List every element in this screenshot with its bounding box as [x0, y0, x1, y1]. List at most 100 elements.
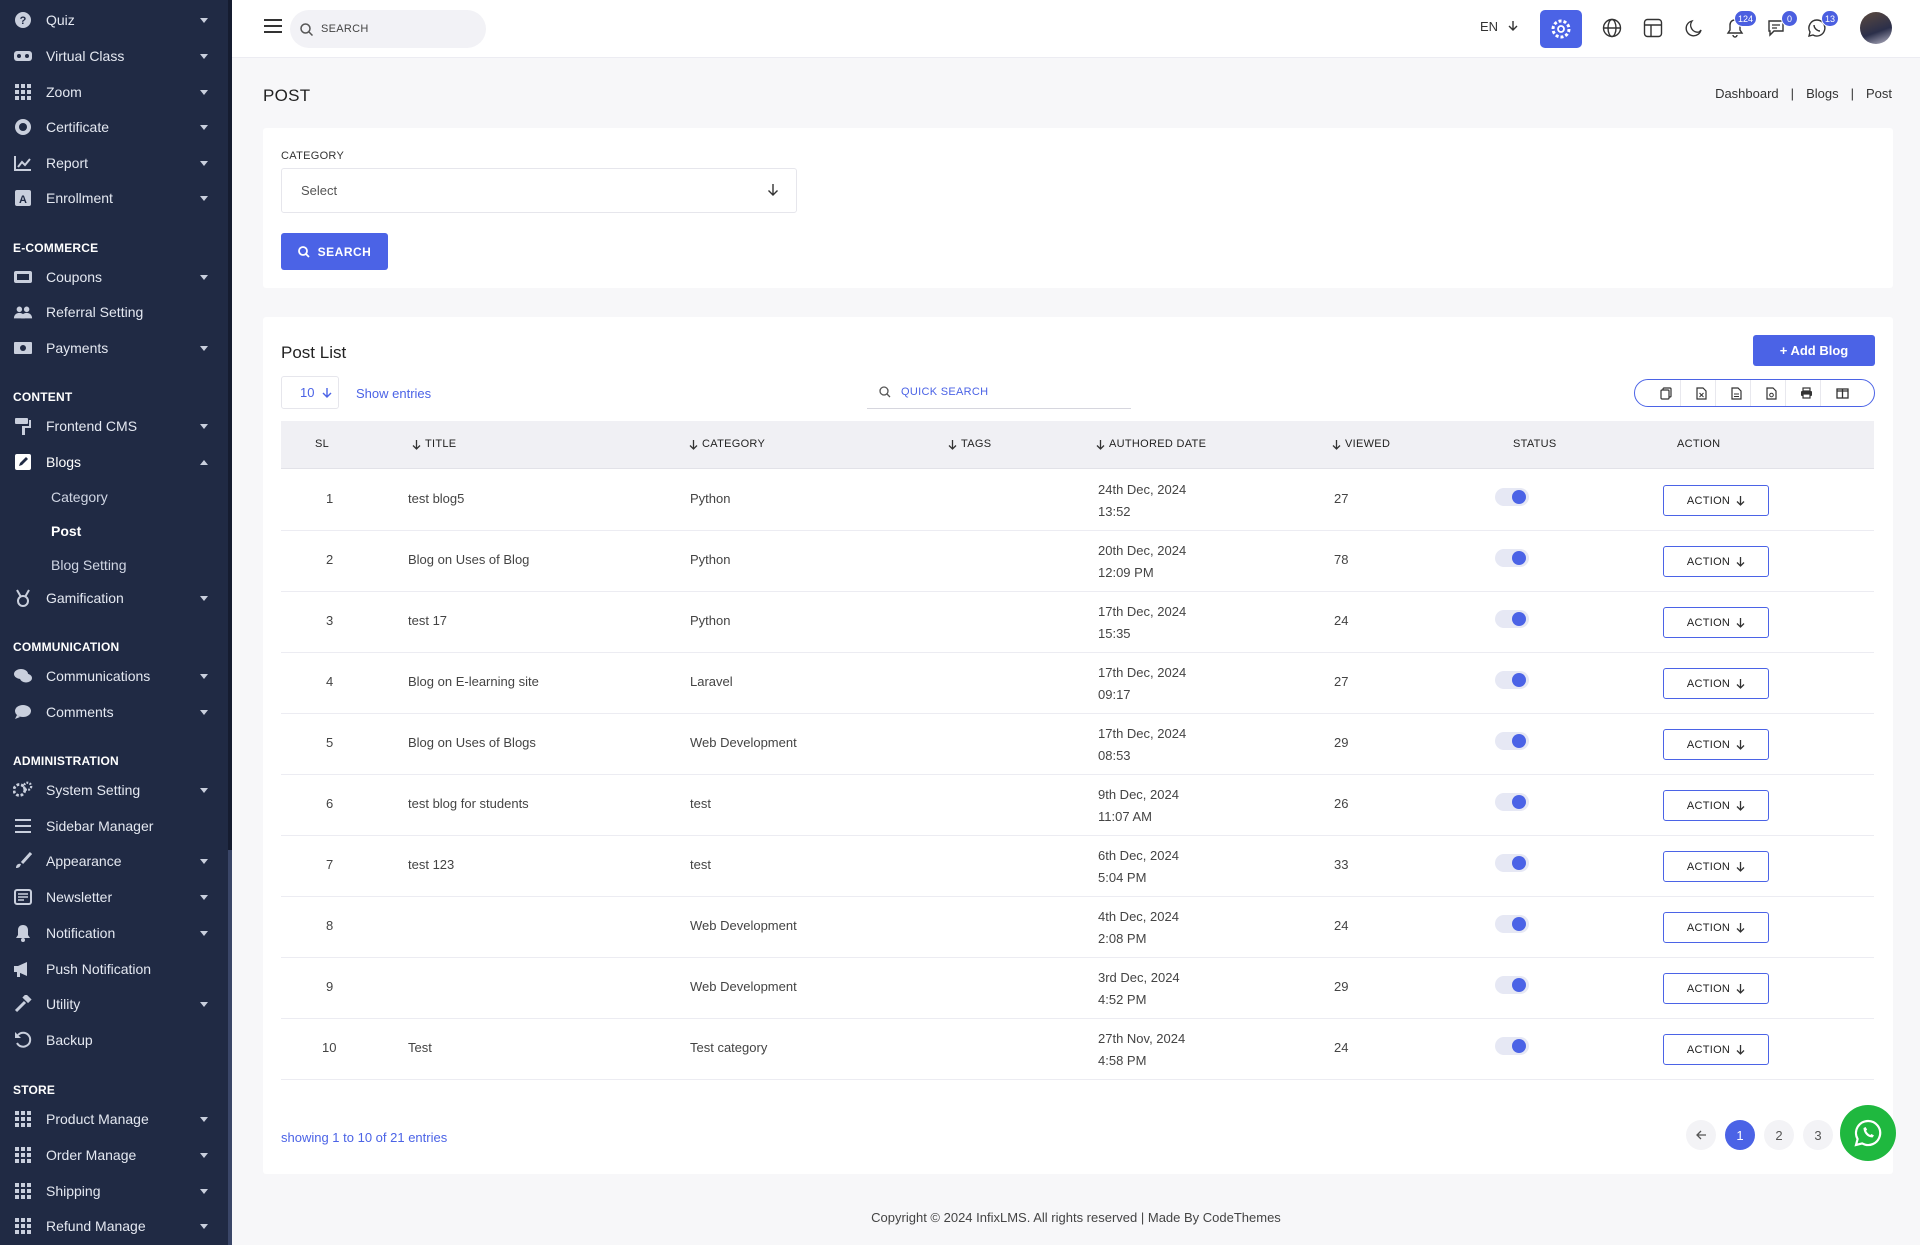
action-dropdown-button[interactable]: ACTION — [1663, 973, 1769, 1004]
status-toggle[interactable] — [1495, 793, 1529, 811]
status-toggle[interactable] — [1495, 610, 1529, 628]
sidebar-item-payments[interactable]: Payments — [0, 333, 228, 363]
add-blog-button[interactable]: + Add Blog — [1753, 335, 1875, 366]
sidebar-item-sidebar-manager[interactable]: Sidebar Manager — [0, 811, 228, 841]
sidebar-item-appearance[interactable]: Appearance — [0, 846, 228, 876]
sidebar-item-system-setting[interactable]: System Setting — [0, 775, 228, 805]
search-button[interactable]: SEARCH — [281, 233, 388, 270]
excel-button[interactable] — [1688, 380, 1716, 406]
cell-title[interactable]: Test — [408, 1040, 432, 1055]
sort-arrow-icon — [412, 439, 421, 450]
sidebar-item-refund-manage[interactable]: Refund Manage — [0, 1211, 228, 1241]
action-dropdown-button[interactable]: ACTION — [1663, 729, 1769, 760]
status-toggle[interactable] — [1495, 976, 1529, 994]
csv-button[interactable] — [1723, 380, 1751, 406]
search-input[interactable]: SEARCH — [290, 10, 486, 48]
globe-button[interactable] — [1598, 14, 1626, 42]
quick-search-input[interactable]: QUICK SEARCH — [867, 375, 1131, 409]
category-select[interactable]: Select — [281, 168, 797, 213]
sidebar-item-enrollment[interactable]: A Enrollment — [0, 183, 228, 213]
cell-viewed: 29 — [1334, 979, 1349, 994]
status-toggle[interactable] — [1495, 854, 1529, 872]
cell-title[interactable]: Blog on Uses of Blog — [408, 552, 529, 567]
settings-gear-button[interactable] — [1540, 10, 1582, 48]
user-avatar[interactable] — [1860, 12, 1892, 44]
hamburger-menu-icon[interactable] — [264, 19, 282, 33]
pagination-prev[interactable] — [1686, 1120, 1716, 1150]
action-dropdown-button[interactable]: ACTION — [1663, 546, 1769, 577]
sidebar-item-communications[interactable]: Communications — [0, 661, 228, 691]
copy-button[interactable] — [1653, 380, 1681, 406]
sidebar-item-backup[interactable]: Backup — [0, 1025, 228, 1055]
column-header-viewed[interactable]: VIEWED — [1332, 438, 1390, 450]
cell-title[interactable]: test 17 — [408, 613, 447, 628]
breadcrumb-blogs[interactable]: Blogs — [1806, 86, 1839, 101]
sidebar-item-virtual-class[interactable]: Virtual Class — [0, 41, 228, 71]
action-dropdown-button[interactable]: ACTION — [1663, 1034, 1769, 1065]
status-toggle[interactable] — [1495, 732, 1529, 750]
status-toggle[interactable] — [1495, 671, 1529, 689]
sidebar-item-shipping[interactable]: Shipping — [0, 1176, 228, 1206]
column-header-status[interactable]: STATUS — [1513, 438, 1557, 450]
pagination-page-1[interactable]: 1 — [1725, 1120, 1755, 1150]
action-dropdown-button[interactable]: ACTION — [1663, 790, 1769, 821]
dark-mode-button[interactable] — [1680, 14, 1708, 42]
layout-button[interactable] — [1639, 14, 1667, 42]
cell-authored-date: 17th Dec, 2024 08:53 — [1098, 723, 1186, 767]
cell-title[interactable]: Blog on E-learning site — [408, 674, 539, 689]
sidebar-item-report[interactable]: Report — [0, 148, 228, 178]
pdf-button[interactable] — [1758, 380, 1787, 406]
breadcrumb-dashboard[interactable]: Dashboard — [1715, 86, 1779, 101]
cell-title[interactable]: Blog on Uses of Blogs — [408, 735, 536, 750]
status-toggle[interactable] — [1495, 1037, 1529, 1055]
action-dropdown-button[interactable]: ACTION — [1663, 668, 1769, 699]
time-text: 2:08 PM — [1098, 931, 1147, 946]
pagination-page-2[interactable]: 2 — [1764, 1120, 1794, 1150]
sidebar-scrollbar-thumb[interactable] — [228, 850, 232, 1245]
sidebar-item-push-notification[interactable]: Push Notification — [0, 954, 228, 984]
whatsapp-chat-button[interactable] — [1840, 1105, 1896, 1161]
column-header-title[interactable]: TITLE — [412, 438, 456, 450]
sidebar-item-blogs[interactable]: Blogs — [0, 447, 228, 477]
action-dropdown-button[interactable]: ACTION — [1663, 485, 1769, 516]
sidebar-scrollbar[interactable] — [228, 0, 232, 1245]
column-header-tags[interactable]: TAGS — [948, 438, 991, 450]
column-header-sl[interactable]: SL — [315, 438, 329, 450]
sidebar-item-product-manage[interactable]: Product Manage — [0, 1104, 228, 1134]
sidebar-subitem-post[interactable]: Post — [51, 523, 81, 539]
sidebar-item-gamification[interactable]: Gamification — [0, 583, 228, 613]
column-header-category[interactable]: CATEGORY — [689, 438, 765, 450]
sidebar-subitem-blog-setting[interactable]: Blog Setting — [51, 557, 127, 573]
column-header-authored-date[interactable]: AUTHORED DATE — [1096, 438, 1206, 450]
cell-title[interactable]: test 123 — [408, 857, 454, 872]
status-toggle[interactable] — [1495, 488, 1529, 506]
sidebar-item-zoom[interactable]: Zoom — [0, 77, 228, 107]
page-length-select[interactable]: 10 — [281, 376, 339, 409]
print-button[interactable] — [1793, 380, 1822, 406]
sidebar-item-coupons[interactable]: Coupons — [0, 262, 228, 292]
cell-sl: 3 — [326, 613, 334, 628]
status-toggle[interactable] — [1495, 549, 1529, 567]
cell-title[interactable]: test blog5 — [408, 491, 464, 506]
sidebar-subitem-category[interactable]: Category — [51, 489, 108, 505]
sidebar-item-notification[interactable]: Notification — [0, 918, 228, 948]
sidebar-item-referral-setting[interactable]: Referral Setting — [0, 297, 228, 327]
column-visibility-button[interactable] — [1828, 380, 1856, 406]
sidebar-item-frontend-cms[interactable]: Frontend CMS — [0, 411, 228, 441]
action-dropdown-button[interactable]: ACTION — [1663, 912, 1769, 943]
sidebar-item-comments[interactable]: Comments — [0, 697, 228, 727]
action-dropdown-button[interactable]: ACTION — [1663, 607, 1769, 638]
language-selector[interactable]: EN — [1480, 19, 1518, 34]
sidebar-item-utility[interactable]: Utility — [0, 989, 228, 1019]
pagination-page-3[interactable]: 3 — [1803, 1120, 1833, 1150]
sidebar-item-order-manage[interactable]: Order Manage — [0, 1140, 228, 1170]
status-toggle[interactable] — [1495, 915, 1529, 933]
cell-title[interactable]: test blog for students — [408, 796, 529, 811]
whatsapp-messages-button[interactable]: 13 — [1803, 10, 1839, 42]
action-dropdown-button[interactable]: ACTION — [1663, 851, 1769, 882]
sidebar-item-certificate[interactable]: Certificate — [0, 112, 228, 142]
notifications-button[interactable]: 124 — [1721, 10, 1757, 42]
sidebar-item-newsletter[interactable]: Newsletter — [0, 882, 228, 912]
sidebar-item-quiz[interactable]: ? Quiz — [0, 5, 228, 35]
messages-button[interactable]: 0 — [1762, 10, 1798, 42]
